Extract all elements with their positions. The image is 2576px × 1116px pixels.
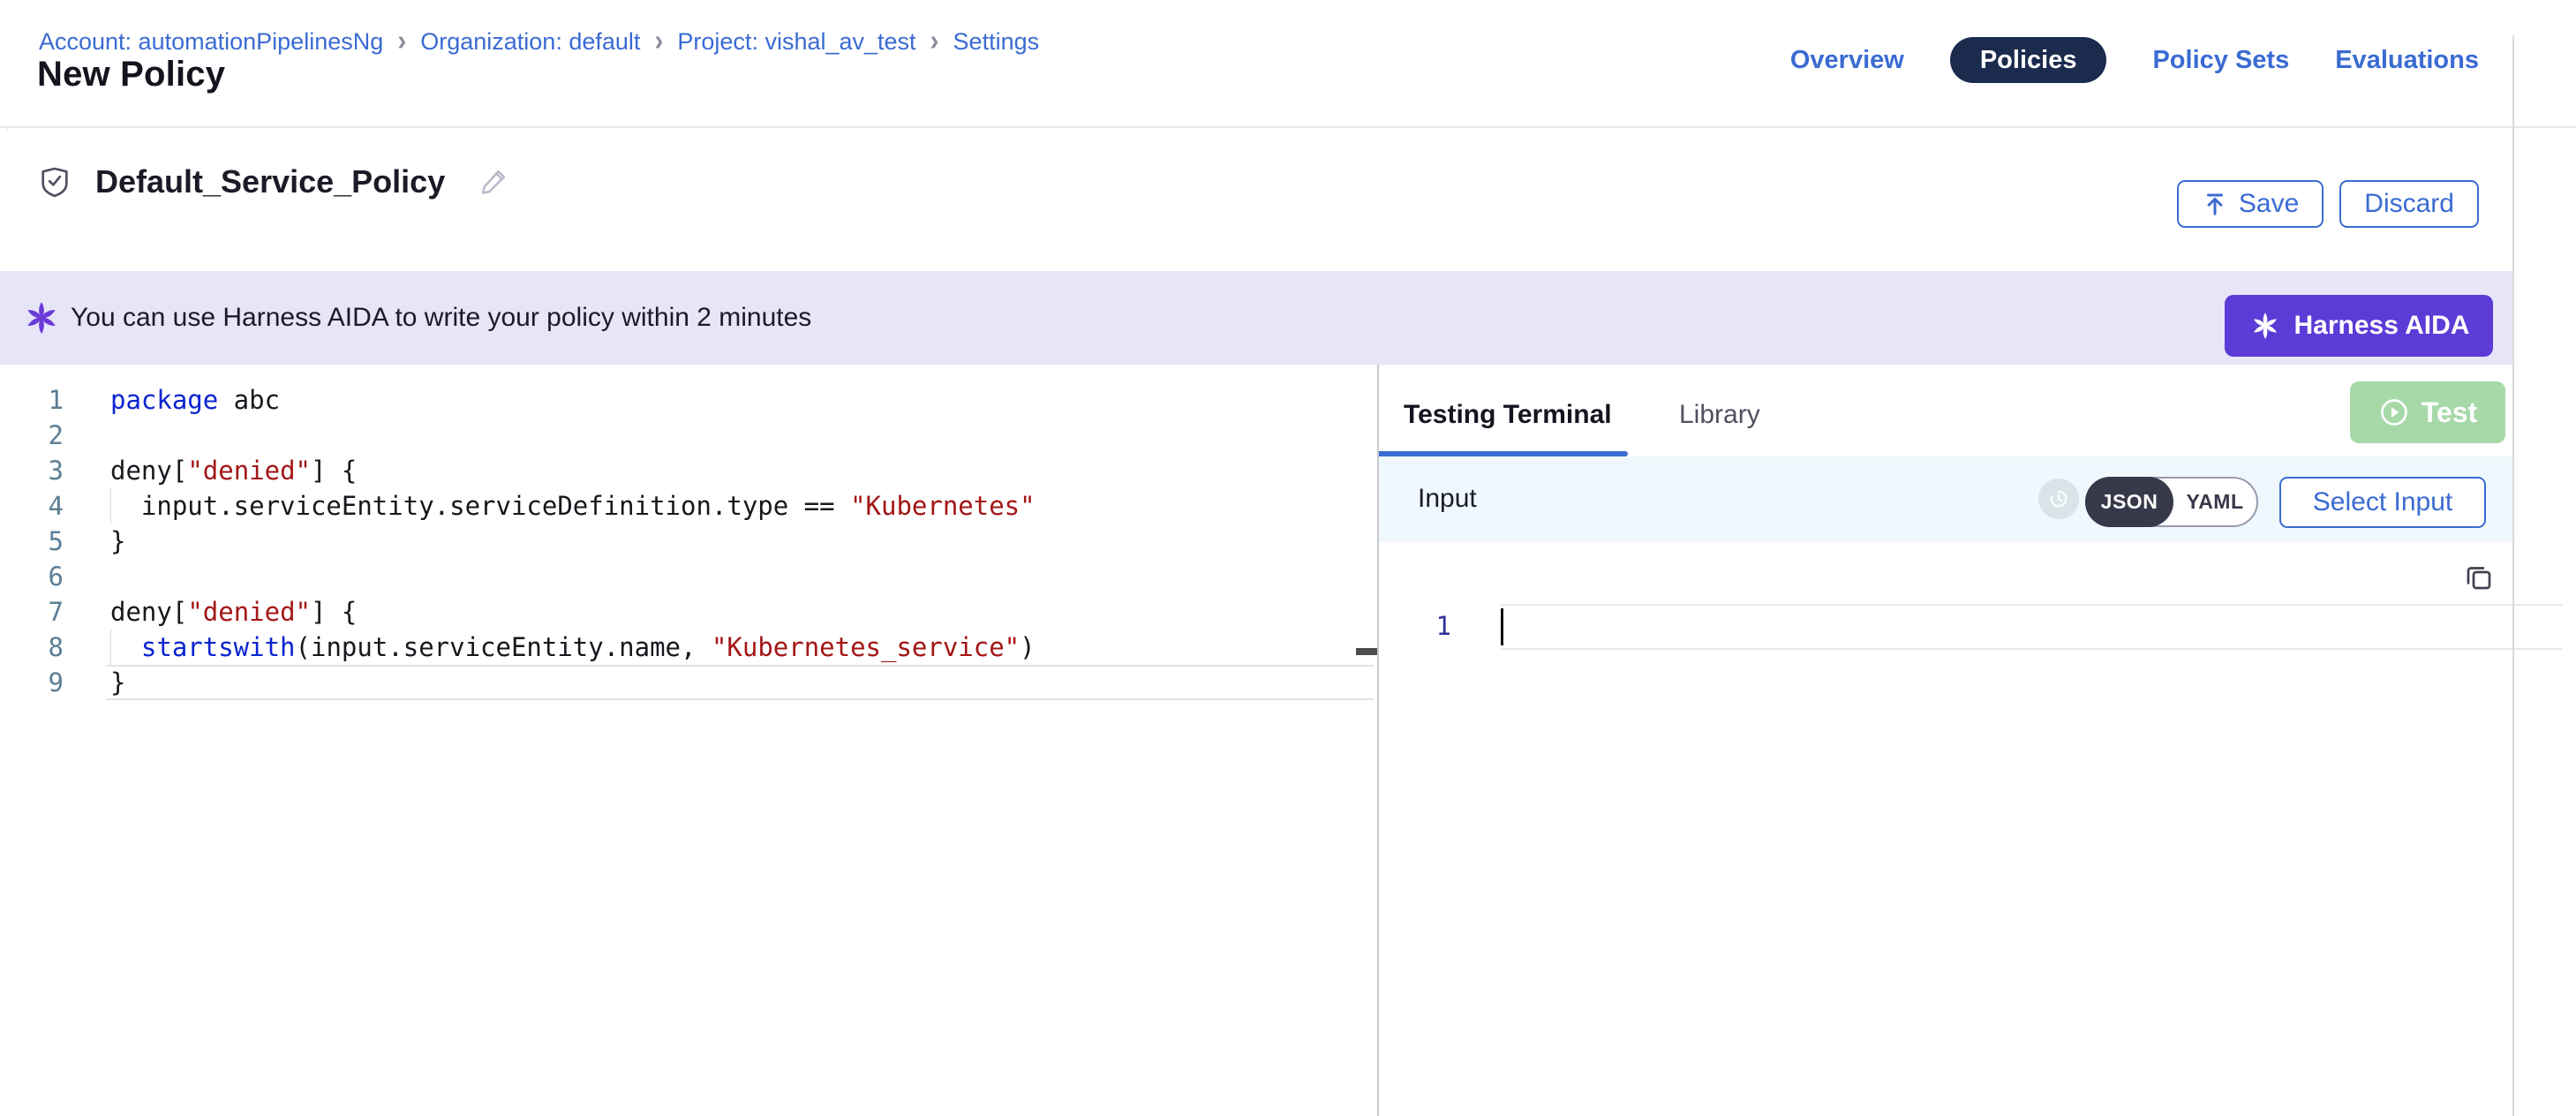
input-current-line[interactable] xyxy=(1501,604,2563,650)
code-text: } xyxy=(64,524,125,559)
module-nav-tabs: Overview Policies Policy Sets Evaluation… xyxy=(1790,37,2479,83)
code-line[interactable]: 9} xyxy=(7,665,1377,700)
breadcrumb-settings[interactable]: Settings xyxy=(953,28,1040,56)
aida-banner: You can use Harness AIDA to write your p… xyxy=(0,271,2512,365)
code-text xyxy=(64,559,110,594)
line-number: 3 xyxy=(7,453,64,488)
code-line[interactable]: 4 input.serviceEntity.serviceDefinition.… xyxy=(7,488,1377,524)
tab-policy-sets[interactable]: Policy Sets xyxy=(2152,37,2289,83)
copy-icon[interactable] xyxy=(2463,562,2495,593)
tab-testing-terminal[interactable]: Testing Terminal xyxy=(1404,400,1612,430)
tab-library[interactable]: Library xyxy=(1679,400,1760,430)
code-line[interactable]: 7deny["denied"] { xyxy=(7,594,1377,630)
code-line[interactable]: 6 xyxy=(7,559,1377,594)
tab-evaluations[interactable]: Evaluations xyxy=(2335,37,2479,83)
format-option-json[interactable]: JSON xyxy=(2085,477,2173,527)
chevron-right-icon: › xyxy=(930,25,939,57)
edit-icon[interactable] xyxy=(477,165,510,199)
select-input-button[interactable]: Select Input xyxy=(2279,477,2486,528)
line-number: 6 xyxy=(7,559,64,594)
code-line[interactable]: 8 startswith(input.serviceEntity.name, "… xyxy=(7,630,1377,665)
toolbar-actions: Save Discard xyxy=(2177,180,2479,228)
test-button[interactable]: Test xyxy=(2350,381,2505,443)
code-line[interactable]: 2 xyxy=(7,418,1377,453)
aida-banner-message: You can use Harness AIDA to write your p… xyxy=(21,298,811,338)
chevron-right-icon: › xyxy=(654,25,663,57)
tab-policies[interactable]: Policies xyxy=(1950,37,2107,83)
line-number: 9 xyxy=(7,665,64,700)
code-text xyxy=(64,418,110,453)
page-title: New Policy xyxy=(37,55,225,94)
page-header: Account: automationPipelinesNg › Organiz… xyxy=(0,0,2576,128)
code-text: deny["denied"] { xyxy=(64,594,357,630)
code-text: deny["denied"] { xyxy=(64,453,357,488)
chevron-right-icon: › xyxy=(397,25,406,57)
policy-identity: Default_Service_Policy xyxy=(37,163,510,200)
line-number: 4 xyxy=(7,488,64,524)
history-icon xyxy=(2038,479,2079,519)
terminal-tab-bar: Testing Terminal Library xyxy=(1379,365,2512,456)
text-cursor xyxy=(1501,608,1503,645)
breadcrumb-account[interactable]: Account: automationPipelinesNg xyxy=(39,28,383,56)
code-text: } xyxy=(64,665,125,700)
tab-overview[interactable]: Overview xyxy=(1790,37,1904,83)
code-text: package abc xyxy=(64,382,280,418)
test-input-editor[interactable]: 1 xyxy=(1379,542,2576,1116)
policy-shield-icon xyxy=(37,164,72,200)
aida-flower-icon xyxy=(21,298,62,338)
code-line[interactable]: 5} xyxy=(7,524,1377,559)
format-option-yaml[interactable]: YAML xyxy=(2173,479,2256,525)
breadcrumb: Account: automationPipelinesNg › Organiz… xyxy=(39,26,1039,57)
policy-code-editor[interactable]: 1package abc23deny["denied"] {4 input.se… xyxy=(7,365,1377,1116)
code-line[interactable]: 3deny["denied"] { xyxy=(7,453,1377,488)
line-number: 5 xyxy=(7,524,64,559)
line-number: 2 xyxy=(7,418,64,453)
content-right-divider xyxy=(2512,35,2514,1116)
breadcrumb-project[interactable]: Project: vishal_av_test xyxy=(677,28,915,56)
policy-toolbar: Default_Service_Policy Save xyxy=(0,130,2576,271)
new-policy-page: Account: automationPipelinesNg › Organiz… xyxy=(0,0,2576,1116)
code-text: startswith(input.serviceEntity.name, "Ku… xyxy=(64,630,1036,665)
policy-name: Default_Service_Policy xyxy=(95,163,445,200)
harness-aida-button[interactable]: Harness AIDA xyxy=(2225,295,2493,357)
save-button[interactable]: Save xyxy=(2177,180,2324,228)
line-number: 7 xyxy=(7,594,64,630)
input-line-number: 1 xyxy=(1412,611,1451,641)
breadcrumb-organization[interactable]: Organization: default xyxy=(420,28,640,56)
upload-icon xyxy=(2202,191,2228,217)
discard-button[interactable]: Discard xyxy=(2339,180,2479,228)
input-header-bar: Input JSON YAML Select Input xyxy=(1379,456,2512,542)
format-toggle: JSON YAML xyxy=(2085,477,2258,527)
line-number: 8 xyxy=(7,630,64,665)
play-icon xyxy=(2378,396,2410,428)
code-text: input.serviceEntity.serviceDefinition.ty… xyxy=(64,488,1036,524)
aida-flower-icon xyxy=(2248,309,2282,343)
input-label: Input xyxy=(1418,484,1477,514)
code-line[interactable]: 1package abc xyxy=(7,382,1377,418)
line-number: 1 xyxy=(7,382,64,418)
